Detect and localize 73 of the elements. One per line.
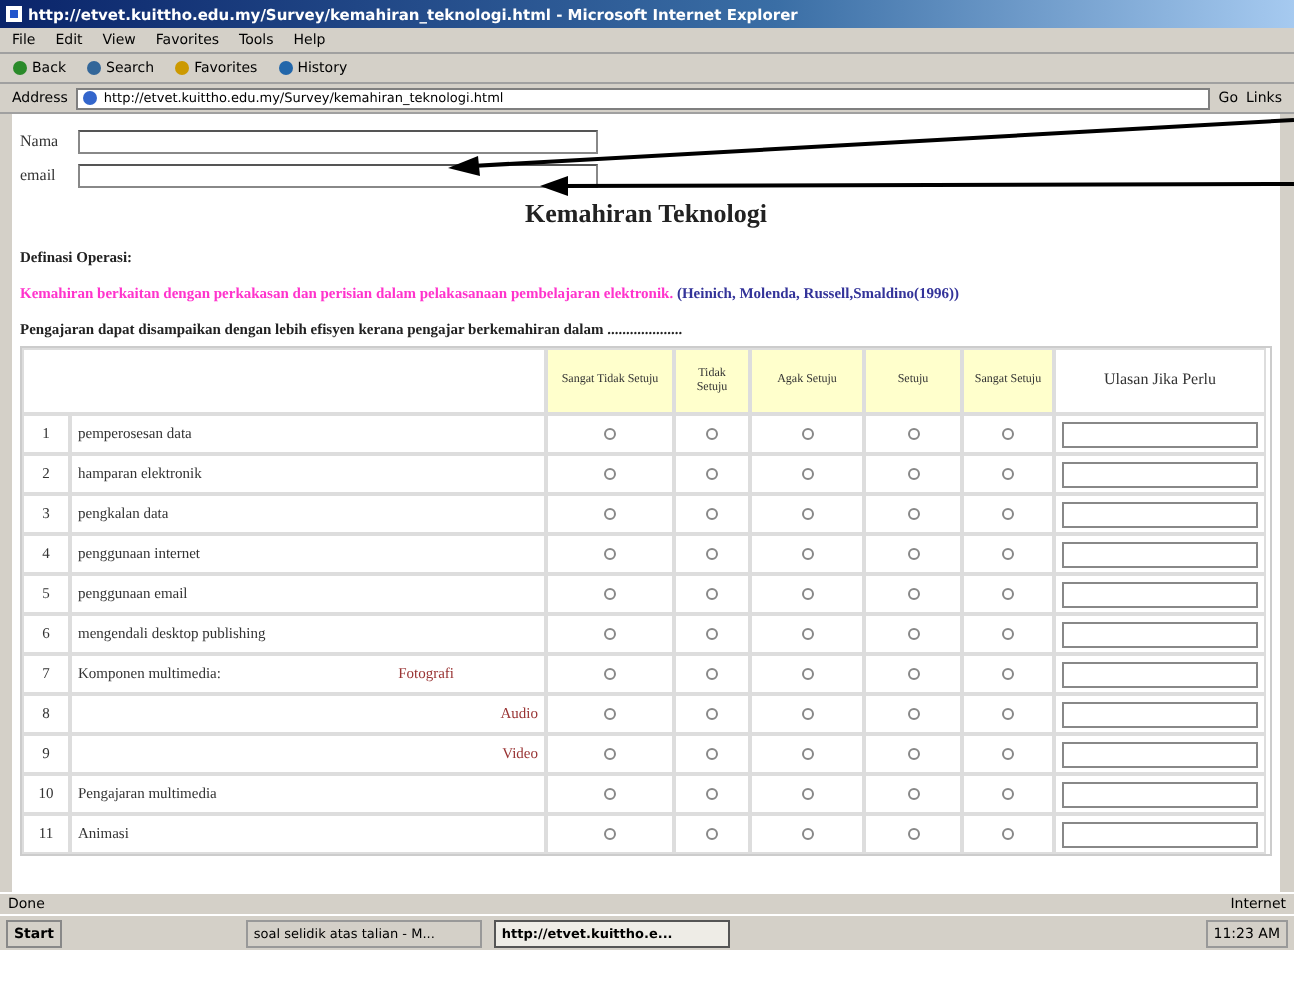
field-label: Nama <box>20 132 61 150</box>
comment-field[interactable] <box>1062 541 1258 567</box>
radio-button[interactable] <box>604 628 616 640</box>
comment-field[interactable] <box>1062 661 1258 687</box>
radio-button[interactable] <box>907 748 919 760</box>
radio-button[interactable] <box>604 748 616 760</box>
radio-button[interactable] <box>907 508 919 520</box>
radio-button[interactable] <box>907 548 919 560</box>
comment-field[interactable] <box>1062 741 1258 767</box>
radio-button[interactable] <box>801 748 813 760</box>
radio-button[interactable] <box>801 428 813 440</box>
comment-field[interactable] <box>1062 581 1258 607</box>
radio-button[interactable] <box>1002 548 1014 560</box>
radio-button[interactable] <box>801 548 813 560</box>
radio-button[interactable] <box>801 708 813 720</box>
radio-button[interactable] <box>907 468 919 480</box>
radio-button[interactable] <box>801 508 813 520</box>
comment-field[interactable] <box>1062 781 1258 807</box>
radio-button[interactable] <box>604 788 616 800</box>
radio-button[interactable] <box>1002 708 1014 720</box>
radio-button[interactable] <box>801 588 813 600</box>
column-header: Ulasan Jika Perlu <box>1054 348 1266 414</box>
comment-field[interactable] <box>1062 501 1258 527</box>
radio-button[interactable] <box>604 548 616 560</box>
radio-button[interactable] <box>907 708 919 720</box>
radio-button[interactable] <box>604 828 616 840</box>
radio-button[interactable] <box>907 668 919 680</box>
radio-button[interactable] <box>604 588 616 600</box>
radio-button[interactable] <box>604 708 616 720</box>
radio-button[interactable] <box>706 828 718 840</box>
radio-button[interactable] <box>706 508 718 520</box>
radio-button[interactable] <box>801 628 813 640</box>
radio-button[interactable] <box>1002 468 1014 480</box>
radio-button[interactable] <box>706 468 718 480</box>
radio-button[interactable] <box>801 788 813 800</box>
radio-button[interactable] <box>706 588 718 600</box>
radio-button[interactable] <box>706 788 718 800</box>
radio-button[interactable] <box>1002 588 1014 600</box>
comment-field[interactable] <box>1062 421 1258 447</box>
radio-button[interactable] <box>604 428 616 440</box>
radio-button[interactable] <box>1002 748 1014 760</box>
radio-button[interactable] <box>907 588 919 600</box>
radio-button[interactable] <box>907 788 919 800</box>
radio-button[interactable] <box>706 548 718 560</box>
radio-button[interactable] <box>1002 788 1014 800</box>
radio-button[interactable] <box>604 468 616 480</box>
radio-button[interactable] <box>706 748 718 760</box>
field-label: email <box>20 166 58 184</box>
radio-button[interactable] <box>907 428 919 440</box>
radio-button[interactable] <box>706 708 718 720</box>
radio-button[interactable] <box>604 668 616 680</box>
radio-button[interactable] <box>801 668 813 680</box>
radio-button[interactable] <box>706 668 718 680</box>
radio-button[interactable] <box>801 468 813 480</box>
radio-button[interactable] <box>1002 428 1014 440</box>
browser-icon <box>6 6 22 22</box>
page-heading: Kemahiran Teknologi <box>523 198 769 230</box>
radio-button[interactable] <box>907 628 919 640</box>
comment-field[interactable] <box>1062 701 1258 727</box>
radio-button[interactable] <box>801 828 813 840</box>
radio-button[interactable] <box>706 428 718 440</box>
comment-field[interactable] <box>1062 461 1258 487</box>
comment-field[interactable] <box>1062 821 1258 847</box>
radio-button[interactable] <box>1002 828 1014 840</box>
radio-button[interactable] <box>1002 508 1014 520</box>
comment-field[interactable] <box>1062 621 1258 647</box>
input-field[interactable] <box>78 129 598 153</box>
input-field[interactable] <box>78 163 598 187</box>
radio-button[interactable] <box>1002 628 1014 640</box>
radio-button[interactable] <box>1002 668 1014 680</box>
radio-button[interactable] <box>604 508 616 520</box>
radio-button[interactable] <box>706 628 718 640</box>
radio-button[interactable] <box>907 828 919 840</box>
